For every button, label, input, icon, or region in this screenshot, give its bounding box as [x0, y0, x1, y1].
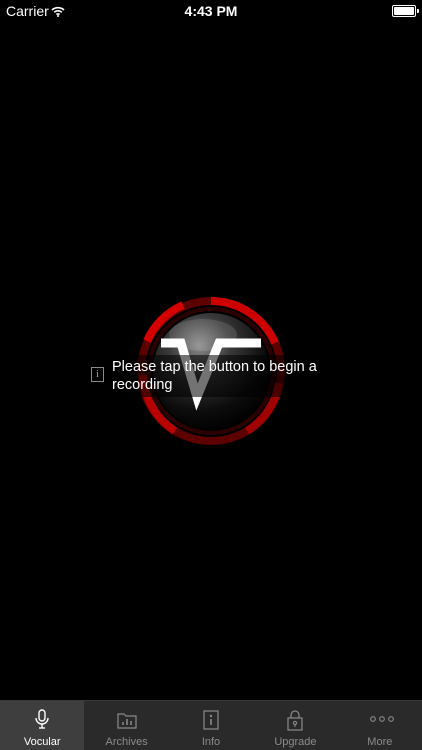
status-bar: Carrier 4:43 PM [0, 0, 422, 22]
tab-label: More [367, 736, 393, 748]
battery-icon [392, 5, 419, 17]
microphone-icon [30, 709, 54, 731]
info-icon: i [91, 367, 104, 382]
hint-message: Please tap the button to begin a recordi… [112, 359, 317, 393]
more-dots-icon [368, 709, 394, 731]
tab-upgrade[interactable]: Upgrade [253, 701, 337, 750]
hint-banner: i Please tap the button to begin a recor… [86, 355, 336, 397]
lock-icon [283, 709, 307, 731]
tab-vocular[interactable]: Vocular [0, 701, 85, 750]
folder-chart-icon [115, 709, 139, 731]
tab-bar: Vocular Archives Info Upgrade More [0, 700, 422, 750]
info-icon [199, 709, 223, 731]
tab-label: Archives [105, 736, 148, 748]
tab-info[interactable]: Info [169, 701, 253, 750]
tab-label: Upgrade [274, 736, 317, 748]
clock: 4:43 PM [184, 3, 238, 19]
tab-archives[interactable]: Archives [84, 701, 168, 750]
tab-more[interactable]: More [338, 701, 422, 750]
tab-label: Vocular [23, 736, 61, 748]
tab-label: Info [201, 736, 221, 748]
